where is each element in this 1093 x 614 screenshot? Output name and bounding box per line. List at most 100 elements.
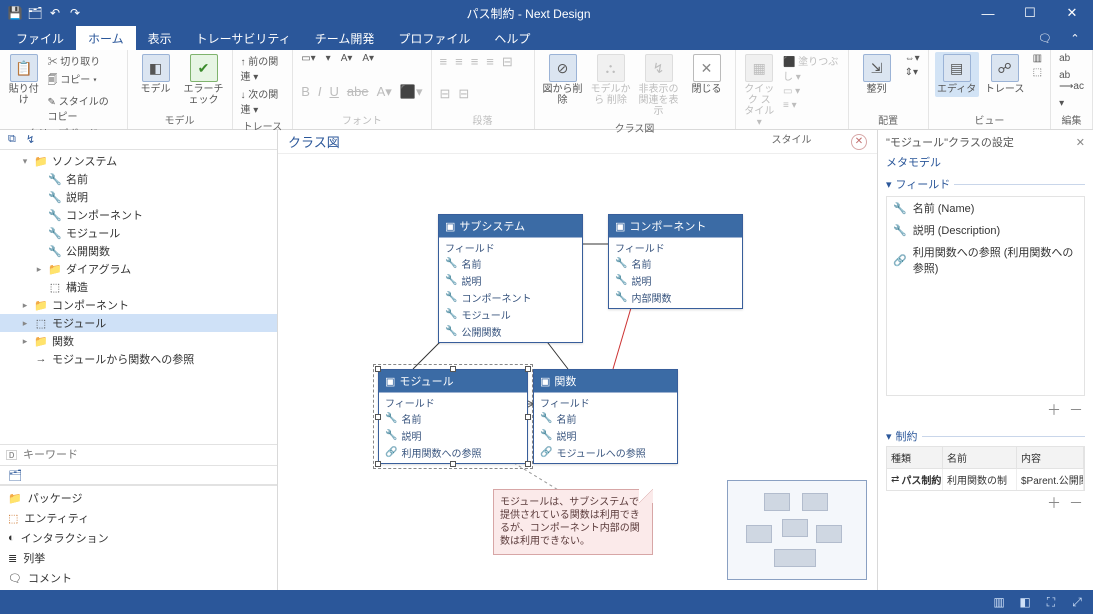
- field-item[interactable]: 🔗利用関数への参照 (利用関数への参照): [887, 241, 1084, 279]
- qat-undo-icon[interactable]: ↶: [46, 4, 64, 22]
- lp-tab2-icon[interactable]: ↯: [26, 133, 35, 146]
- align-v[interactable]: ⇕▾: [903, 66, 922, 79]
- trace-view-button[interactable]: ☍トレース: [983, 52, 1027, 97]
- constraint-kind[interactable]: ⇄ パス制約 ↖: [887, 469, 943, 490]
- category-item[interactable]: ⬚エンティティ: [0, 508, 277, 528]
- add-field-button[interactable]: ＋: [1047, 400, 1061, 420]
- collapse-ribbon-icon[interactable]: ⌃: [1061, 32, 1089, 45]
- edit-1[interactable]: ab: [1057, 52, 1072, 65]
- class-subsystem[interactable]: ▣サブシステム フィールド 🔧 名前 🔧 説明 🔧 コンポーネント 🔧 モジュー…: [438, 214, 583, 343]
- status-bar: ▥ ◧ ⛶ ⤢: [0, 590, 1093, 614]
- status-icon-3[interactable]: ⛶: [1041, 593, 1061, 611]
- view-opt2[interactable]: ⬚: [1031, 66, 1044, 79]
- next-relation-button[interactable]: ↓ 次の関連 ▾: [239, 85, 287, 117]
- tree-item[interactable]: ▸📁ダイアグラム: [0, 260, 277, 278]
- model-tree[interactable]: ▾📁ソノンステム🔧名前🔧説明🔧コンポーネント🔧モジュール🔧公開関数▸📁ダイアグラ…: [0, 150, 277, 444]
- tab-trace[interactable]: トレーサビリティ: [184, 26, 303, 50]
- close-diagram-button[interactable]: ✕閉じる: [685, 52, 729, 97]
- class-icon: ▣: [540, 375, 550, 388]
- field-item[interactable]: 🔧名前 (Name): [887, 197, 1084, 219]
- constraint-name[interactable]: 利用関数の制: [943, 469, 1017, 490]
- tree-item[interactable]: ▸📁関数: [0, 332, 277, 350]
- class-module[interactable]: ▣モジュール フィールド 🔧 名前 🔧 説明 🔗 利用関数への参照: [378, 369, 528, 464]
- view-opt1[interactable]: ▥: [1031, 52, 1044, 65]
- cut-button[interactable]: ✂ 切り取り: [46, 52, 121, 69]
- constraints-table[interactable]: 種類名前内容 ⇄ パス制約 ↖ 利用関数の制 $Parent.公開関数: [886, 446, 1085, 491]
- fields-list[interactable]: 🔧名前 (Name)🔧説明 (Description)🔗利用関数への参照 (利用…: [886, 196, 1085, 396]
- diagram-title: クラス図: [288, 132, 340, 151]
- status-icon-2[interactable]: ◧: [1015, 593, 1035, 611]
- paste-button[interactable]: 📋貼り付け: [6, 52, 42, 108]
- category-item[interactable]: 🗨コメント: [0, 568, 277, 588]
- field-item[interactable]: 🔧説明 (Description): [887, 219, 1084, 241]
- tree-item[interactable]: 🔧説明: [0, 188, 277, 206]
- group-edit-label: 編集: [1057, 111, 1086, 129]
- tree-item[interactable]: 🔧公開関数: [0, 242, 277, 260]
- status-icon-1[interactable]: ▥: [989, 593, 1009, 611]
- group-font-label: フォント: [299, 111, 424, 129]
- show-hidden-button: ↯非表示の 関連を表示: [637, 52, 681, 119]
- tree-item[interactable]: 🔧コンポーネント: [0, 206, 277, 224]
- category-item[interactable]: ≣列挙: [0, 548, 277, 568]
- copy-button[interactable]: 🗐 コピー ▾: [46, 70, 121, 91]
- ribbon: 📋貼り付け ✂ 切り取り 🗐 コピー ▾ ✎ スタイルのコピー クリップボード …: [0, 50, 1093, 130]
- lp-tab1-icon[interactable]: ⧉: [8, 133, 16, 146]
- diagram-note[interactable]: モジュールは、サブシステムで提供されている関数は利用できるが、コンポーネント内部…: [493, 489, 653, 555]
- tree-item[interactable]: 🔧名前: [0, 170, 277, 188]
- tree-item[interactable]: ▸⬚モジュール: [0, 314, 277, 332]
- editor-button[interactable]: ▤エディタ: [935, 52, 979, 97]
- tree-item[interactable]: ⬚構造: [0, 278, 277, 296]
- diagram-canvas[interactable]: ▣サブシステム フィールド 🔧 名前 🔧 説明 🔧 コンポーネント 🔧 モジュー…: [278, 154, 877, 590]
- feedback-icon[interactable]: 🗨: [1031, 32, 1059, 45]
- group-model-label: モデル: [134, 111, 226, 129]
- close-button[interactable]: ✕: [1051, 0, 1093, 26]
- cat-tab-icon[interactable]: 🗂: [8, 469, 22, 482]
- add-constraint-button[interactable]: ＋: [1047, 493, 1061, 513]
- class-component[interactable]: ▣コンポーネント フィールド 🔧 名前 🔧 説明 🔧 内部関数: [608, 214, 743, 309]
- class-function[interactable]: ▣関数 フィールド 🔧 名前 🔧 説明 🔗 モジュールへの参照: [533, 369, 678, 464]
- constraint-body[interactable]: $Parent.公開関数: [1017, 469, 1084, 490]
- minimize-button[interactable]: —: [967, 0, 1009, 26]
- tab-help[interactable]: ヘルプ: [482, 26, 542, 50]
- status-icon-4[interactable]: ⤢: [1067, 593, 1087, 611]
- group-view-label: ビュー: [935, 111, 1044, 129]
- qat-save-icon[interactable]: 💾: [6, 4, 24, 22]
- tab-view[interactable]: 表示: [136, 26, 184, 50]
- diagram-close-icon[interactable]: ✕: [851, 134, 867, 150]
- panel-close-icon[interactable]: ✕: [1076, 136, 1085, 149]
- delete-from-model-button: ⛬モデルから 削除: [589, 52, 633, 108]
- search-input[interactable]: [21, 447, 271, 463]
- edit-2[interactable]: ab⟶ac: [1057, 69, 1086, 93]
- properties-panel: "モジュール"クラスの設定✕ メタモデル ▾フィールド 🔧名前 (Name)🔧説…: [877, 130, 1093, 590]
- maximize-button[interactable]: ☐: [1009, 0, 1051, 26]
- tab-home[interactable]: ホーム: [76, 26, 136, 50]
- remove-from-diagram-button[interactable]: ⊘図から削除: [541, 52, 585, 108]
- prev-relation-button[interactable]: ↑ 前の関連 ▾: [239, 52, 287, 84]
- group-align-label: 配置: [855, 111, 922, 129]
- category-item[interactable]: ◐インタラクション: [0, 528, 277, 548]
- tree-item[interactable]: 🔧モジュール: [0, 224, 277, 242]
- qat-new-icon[interactable]: 🗂: [26, 4, 44, 22]
- group-para-label: 段落: [438, 111, 528, 129]
- tab-profile[interactable]: プロファイル: [386, 26, 482, 50]
- qat-redo-icon[interactable]: ↷: [66, 4, 84, 22]
- tab-file[interactable]: ファイル: [4, 26, 76, 50]
- category-item[interactable]: 📁パッケージ: [0, 488, 277, 508]
- tree-item[interactable]: →モジュールから関数への参照: [0, 350, 277, 368]
- tree-item[interactable]: ▸📁コンポーネント: [0, 296, 277, 314]
- fill-button: ⬛ 塗りつぶし ▾: [781, 52, 842, 84]
- model-button[interactable]: ◧モデル: [134, 52, 178, 97]
- align-h[interactable]: ⇔▾: [903, 52, 922, 65]
- remove-field-button[interactable]: －: [1069, 400, 1083, 420]
- remove-constraint-button[interactable]: －: [1069, 493, 1083, 513]
- copy-style-button[interactable]: ✎ スタイルのコピー: [46, 92, 121, 124]
- panel-tab-metamodel[interactable]: メタモデル: [886, 157, 941, 169]
- panel-title: "モジュール"クラスの設定: [886, 134, 1014, 150]
- tree-item[interactable]: ▾📁ソノンステム: [0, 152, 277, 170]
- edit-3[interactable]: ▾: [1057, 97, 1066, 110]
- minimap[interactable]: [727, 480, 867, 580]
- align-button[interactable]: ⇲整列: [855, 52, 899, 97]
- class-icon: ▣: [445, 220, 455, 233]
- error-check-button[interactable]: ✔エラーチェック: [182, 52, 226, 108]
- tab-team[interactable]: チーム開発: [303, 26, 387, 50]
